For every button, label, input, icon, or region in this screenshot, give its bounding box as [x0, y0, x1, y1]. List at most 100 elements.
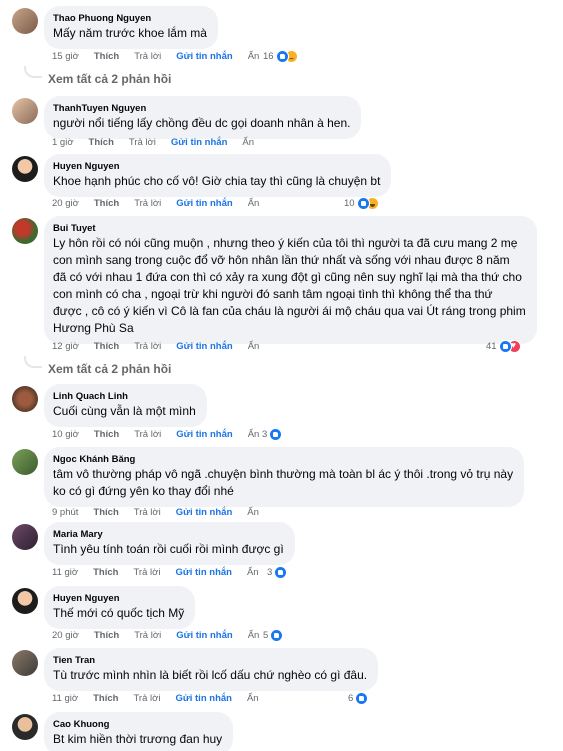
comment-time[interactable]: 15 giờ	[52, 51, 79, 62]
comment-text: Ly hôn rồi có nói cũng muộn , nhưng theo…	[53, 236, 526, 335]
avatar[interactable]	[12, 588, 38, 614]
avatar[interactable]	[12, 156, 38, 182]
hide-button[interactable]: Ẩn	[247, 693, 259, 704]
comment-actions: 10 giờ Thích Trả lời Gửi tin nhắn Ẩn	[52, 426, 274, 442]
reaction-summary[interactable]: 10	[344, 195, 379, 211]
reply-button[interactable]: Trả lời	[134, 341, 161, 352]
send-message-button[interactable]: Gửi tin nhắn	[175, 567, 232, 578]
hide-button[interactable]: Ẩn	[248, 51, 260, 62]
like-button[interactable]: Thích	[93, 693, 118, 704]
like-button[interactable]: Thích	[94, 341, 119, 352]
send-message-button[interactable]: Gửi tin nhắn	[176, 507, 233, 518]
send-message-button[interactable]: Gửi tin nhắn	[171, 137, 228, 148]
comment-bubble: Thao Phuong Nguyen Mấy năm trước khoe lắ…	[44, 6, 218, 49]
view-replies-link[interactable]: Xem tất cả 2 phản hồi	[48, 362, 171, 376]
send-message-button[interactable]: Gửi tin nhắn	[176, 198, 233, 209]
hide-button[interactable]: Ẩn	[248, 630, 260, 641]
hide-button[interactable]: Ẩn	[242, 137, 254, 148]
comment-time[interactable]: 20 giờ	[52, 198, 79, 209]
like-button[interactable]: Thích	[94, 198, 119, 209]
like-button[interactable]: Thích	[93, 507, 118, 518]
avatar[interactable]	[12, 650, 38, 676]
like-icon	[275, 49, 289, 63]
hide-button[interactable]: Ẩn	[248, 429, 260, 440]
comment-bubble: Maria Mary Tình yêu tính toán rồi cuối r…	[44, 522, 295, 565]
comment-actions: 20 giờ Thích Trả lời Gửi tin nhắn Ẩn	[52, 627, 274, 643]
comment-author[interactable]: Tien Tran	[53, 654, 367, 667]
like-button[interactable]: Thích	[94, 51, 119, 62]
reaction-summary[interactable]: 41	[486, 338, 521, 354]
comment-author[interactable]: Huyen Nguyen	[53, 160, 380, 173]
reply-button[interactable]: Trả lời	[133, 567, 160, 578]
comment-time[interactable]: 10 giờ	[52, 429, 79, 440]
reply-button[interactable]: Trả lời	[133, 693, 160, 704]
avatar[interactable]	[12, 386, 38, 412]
comment-bubble: ThanhTuyen Nguyen người nổi tiếng lấy ch…	[44, 96, 362, 139]
avatar[interactable]	[12, 714, 38, 740]
reaction-count: 16	[263, 50, 274, 62]
send-message-button[interactable]: Gửi tin nhắn	[176, 429, 233, 440]
hide-button[interactable]: Ẩn	[247, 507, 259, 518]
reply-button[interactable]: Trả lời	[134, 630, 161, 641]
comment-actions: 9 phút Thích Trả lời Gửi tin nhắn Ẩn	[52, 504, 274, 520]
send-message-button[interactable]: Gửi tin nhắn	[176, 341, 233, 352]
comment-bubble: Ngoc Khánh Băng tâm vô thường pháp vô ng…	[44, 447, 525, 507]
comment-time[interactable]: 9 phút	[52, 507, 78, 518]
reaction-summary[interactable]: 16	[263, 48, 298, 64]
avatar[interactable]	[12, 524, 38, 550]
reply-button[interactable]: Trả lời	[134, 51, 161, 62]
reply-button[interactable]: Trả lời	[129, 137, 156, 148]
reaction-summary[interactable]: 5	[263, 627, 284, 643]
reply-button[interactable]: Trả lời	[134, 198, 161, 209]
reply-button[interactable]: Trả lời	[134, 507, 161, 518]
avatar[interactable]	[12, 449, 38, 475]
comment-author[interactable]: Linh Quach Linh	[53, 390, 196, 403]
comment-text: Mấy năm trước khoe lắm mà	[53, 26, 207, 40]
avatar[interactable]	[12, 218, 38, 244]
avatar[interactable]	[12, 98, 38, 124]
comment-time[interactable]: 20 giờ	[52, 630, 79, 641]
comment-author[interactable]: Huyen Nguyen	[53, 592, 184, 605]
hide-button[interactable]: Ẩn	[248, 341, 260, 352]
comment-actions: 11 giờ Thích Trả lời Gửi tin nhắn Ẩn	[52, 564, 274, 580]
comment-bubble: Tien Tran Tù trước mình nhìn là biết rồi…	[44, 648, 379, 691]
comment-text: Bt kim hiền thời trương đan huy	[53, 732, 223, 746]
comment-time[interactable]: 11 giờ	[52, 693, 78, 704]
view-replies-link[interactable]: Xem tất cả 2 phản hồi	[48, 72, 171, 86]
comment-author[interactable]: Maria Mary	[53, 528, 284, 541]
comment-author[interactable]: Ngoc Khánh Băng	[53, 453, 513, 466]
like-button[interactable]: Thích	[93, 567, 118, 578]
comment-text: Thế mới có quốc tịch Mỹ	[53, 606, 185, 620]
comment-text: Khoe hạnh phúc cho cố vô! Giờ chia tay t…	[53, 174, 381, 188]
reaction-summary[interactable]: 6	[348, 690, 369, 706]
like-button[interactable]: Thích	[94, 429, 119, 440]
reaction-count: 10	[344, 197, 355, 209]
avatar[interactable]	[12, 8, 38, 34]
comment-time[interactable]: 1 giờ	[52, 137, 74, 148]
like-icon	[356, 196, 370, 210]
like-button[interactable]: Thích	[94, 630, 119, 641]
comment-author[interactable]: Bui Tuyet	[53, 222, 526, 235]
comment-time[interactable]: 12 giờ	[52, 341, 79, 352]
reaction-summary[interactable]: 3	[262, 426, 283, 442]
like-button[interactable]: Thích	[89, 137, 114, 148]
comment-text: Cuối cùng vẫn là một mình	[53, 404, 196, 418]
send-message-button[interactable]: Gửi tin nhắn	[175, 693, 232, 704]
comment-actions: 1 giờ Thích Trả lời Gửi tin nhắn Ẩn	[52, 134, 269, 150]
reply-button[interactable]: Trả lời	[134, 429, 161, 440]
comment-time[interactable]: 11 giờ	[52, 567, 78, 578]
comment-author[interactable]: ThanhTuyen Nguyen	[53, 102, 350, 115]
comment-bubble: Huyen Nguyen Khoe hạnh phúc cho cố vô! G…	[44, 154, 392, 197]
comment-author[interactable]: Cao Khuong	[53, 718, 222, 731]
hide-button[interactable]: Ẩn	[248, 198, 260, 209]
send-message-button[interactable]: Gửi tin nhắn	[176, 51, 233, 62]
reaction-count: 3	[267, 566, 273, 578]
reaction-count: 6	[348, 692, 354, 704]
comment-author[interactable]: Thao Phuong Nguyen	[53, 12, 207, 25]
reaction-summary[interactable]: 3	[267, 564, 288, 580]
thread-connector	[24, 356, 42, 368]
send-message-button[interactable]: Gửi tin nhắn	[176, 630, 233, 641]
like-icon	[355, 691, 369, 705]
hide-button[interactable]: Ẩn	[247, 567, 259, 578]
comment-bubble: Cao Khuong Bt kim hiền thời trương đan h…	[44, 712, 234, 751]
